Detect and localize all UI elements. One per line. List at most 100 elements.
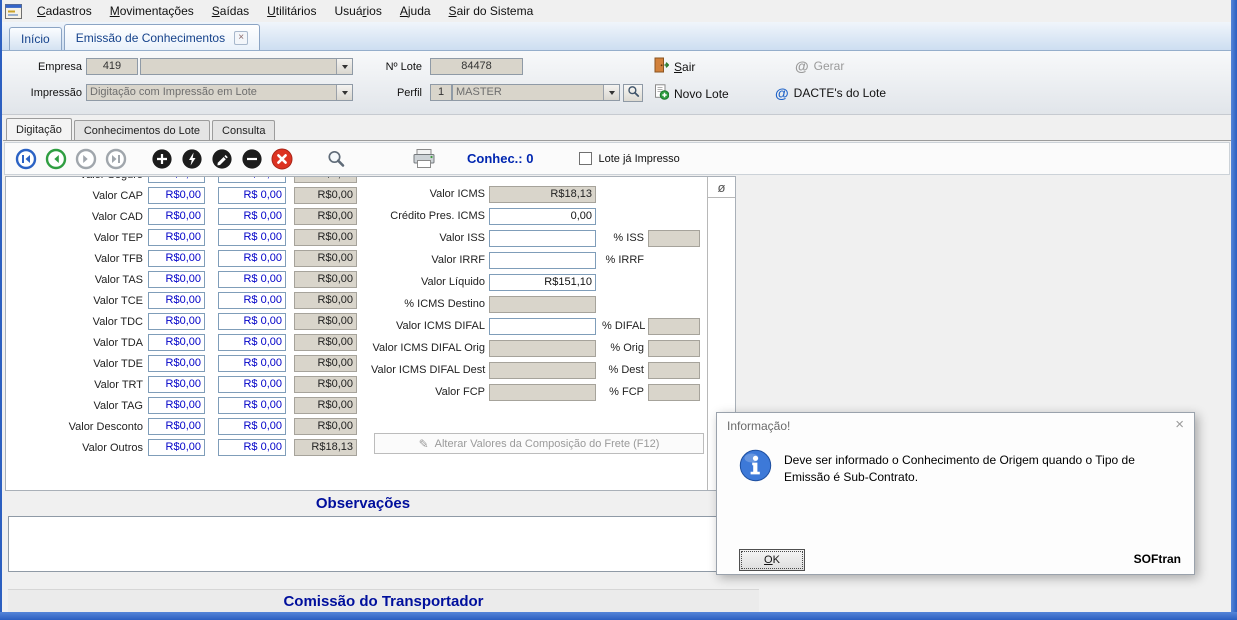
- value-field-col2[interactable]: R$ 0,00: [218, 439, 286, 456]
- value-field-col2[interactable]: R$ 0,00: [218, 250, 286, 267]
- value-field-col1[interactable]: R$0,00: [148, 250, 205, 267]
- value-field-col1[interactable]: R$0,00: [148, 313, 205, 330]
- menu-item[interactable]: Cadastros: [28, 0, 101, 22]
- search-records-button[interactable]: [325, 148, 347, 170]
- value-field-col2[interactable]: R$ 0,00: [218, 334, 286, 351]
- post-record-button[interactable]: [181, 148, 203, 170]
- value-field-col1[interactable]: R$0,00: [148, 271, 205, 288]
- value-row-label: Valor TRT: [6, 379, 148, 391]
- value-row-label: Valor Seguro: [6, 176, 148, 181]
- nav-first-button[interactable]: [15, 148, 37, 170]
- dropdown-arrow-icon[interactable]: [336, 59, 352, 74]
- value-field-col1[interactable]: R$0,00: [148, 229, 205, 246]
- value-field-col2[interactable]: R$ 0,00: [218, 355, 286, 372]
- comissao-title: Comissão do Transportador: [283, 593, 483, 610]
- gerar-button-label: Gerar: [814, 59, 845, 73]
- subtab-2[interactable]: Consulta: [212, 120, 275, 140]
- lote-impresso-checkbox[interactable]: Lote já Impresso: [579, 152, 679, 165]
- value-field-col1[interactable]: R$0,00: [148, 334, 205, 351]
- perfil-number-field: 1: [430, 84, 452, 101]
- pencil-icon: ✎: [419, 437, 429, 451]
- delete-record-button[interactable]: [241, 148, 263, 170]
- dropdown-arrow-icon[interactable]: [603, 85, 619, 100]
- menu-item[interactable]: Utilitários: [258, 0, 325, 22]
- value-field-col1[interactable]: R$0,00: [148, 418, 205, 435]
- value-field-col1[interactable]: R$0,00: [148, 187, 205, 204]
- value-field-col1[interactable]: R$4,10: [148, 176, 205, 183]
- value-field-col3: R$0,00: [294, 187, 357, 204]
- value-field-col2[interactable]: R$ 0,00: [218, 208, 286, 225]
- menu-item[interactable]: Saídas: [203, 0, 258, 22]
- dropdown-arrow-icon[interactable]: [336, 85, 352, 100]
- record-toolbar: Conhec.: 0 Lote já Impresso: [4, 142, 1230, 175]
- tab-emissao-conhecimentos[interactable]: Emissão de Conhecimentos ×: [64, 24, 260, 50]
- value-field-col1[interactable]: R$0,00: [148, 397, 205, 414]
- right-field-value[interactable]: R$151,10: [489, 274, 596, 291]
- right-field-value[interactable]: [489, 230, 596, 247]
- gerar-button[interactable]: @ Gerar: [795, 58, 844, 74]
- value-field-col1[interactable]: R$0,00: [148, 439, 205, 456]
- value-field-col1[interactable]: R$0,00: [148, 355, 205, 372]
- menu-item[interactable]: Movimentações: [101, 0, 203, 22]
- ok-button-label: OK: [741, 551, 803, 569]
- nav-prior-button[interactable]: [45, 148, 67, 170]
- value-field-col2[interactable]: R$ 0,00: [218, 397, 286, 414]
- value-field-col2[interactable]: R$ 0,00: [218, 313, 286, 330]
- value-field-col2[interactable]: R$ 0,00: [218, 176, 286, 183]
- menu-item[interactable]: Sair do Sistema: [440, 0, 543, 22]
- right-field-value[interactable]: [489, 318, 596, 335]
- dacte-button[interactable]: @ DACTE's do Lote: [775, 85, 886, 101]
- perfil-combo[interactable]: MASTER: [452, 84, 620, 101]
- tab-inicio[interactable]: Início: [9, 27, 62, 50]
- right-field-row: Valor FCP% FCP: [371, 383, 700, 401]
- ok-button[interactable]: OK: [739, 549, 805, 571]
- observacoes-textarea[interactable]: [8, 516, 717, 572]
- oslash-icon[interactable]: ø: [708, 177, 735, 198]
- impressao-combo[interactable]: Digitação com Impressão em Lote: [86, 84, 353, 101]
- subtab-0[interactable]: Digitação: [6, 118, 72, 140]
- right-field-label: % ICMS Destino: [371, 298, 489, 310]
- nav-last-button[interactable]: [105, 148, 127, 170]
- perfil-search-button[interactable]: [623, 84, 643, 102]
- value-field-col2[interactable]: R$ 0,00: [218, 229, 286, 246]
- sair-button[interactable]: Sair: [654, 57, 695, 76]
- at-icon: @: [775, 85, 789, 101]
- pct-label: % ISS: [602, 232, 648, 244]
- alterar-valores-button[interactable]: ✎ Alterar Valores da Composição do Frete…: [374, 433, 704, 454]
- checkbox-label: Lote já Impresso: [598, 153, 679, 165]
- nav-next-button[interactable]: [75, 148, 97, 170]
- empresa-label: Empresa: [10, 61, 82, 73]
- checkbox-box-icon[interactable]: [579, 152, 592, 165]
- value-field-col2[interactable]: R$ 0,00: [218, 187, 286, 204]
- dialog-message: Deve ser informado o Conhecimento de Ori…: [784, 452, 1174, 486]
- right-field-label: Valor FCP: [371, 386, 489, 398]
- tab-close-icon[interactable]: ×: [234, 31, 248, 45]
- add-record-button[interactable]: [151, 148, 173, 170]
- value-field-col1[interactable]: R$0,00: [148, 376, 205, 393]
- subtab-1[interactable]: Conhecimentos do Lote: [74, 120, 210, 140]
- pct-label: % IRRF: [602, 254, 648, 266]
- right-field-value[interactable]: 0,00: [489, 208, 596, 225]
- value-field-col2[interactable]: R$ 0,00: [218, 292, 286, 309]
- empresa-combo[interactable]: [140, 58, 353, 75]
- value-field-col2[interactable]: R$ 0,00: [218, 271, 286, 288]
- new-document-icon: [654, 84, 669, 103]
- edit-record-button[interactable]: [211, 148, 233, 170]
- value-field-col3: R$4,10: [294, 176, 357, 183]
- print-button[interactable]: [411, 148, 437, 170]
- right-field-label: Valor ICMS DIFAL Dest: [371, 364, 489, 376]
- dialog-close-icon[interactable]: ×: [1175, 417, 1184, 432]
- value-row-label: Valor TCE: [6, 295, 148, 307]
- menu-item[interactable]: Ajuda: [391, 0, 440, 22]
- value-field-col1[interactable]: R$0,00: [148, 208, 205, 225]
- value-field-col1[interactable]: R$0,00: [148, 292, 205, 309]
- right-field-value[interactable]: [489, 252, 596, 269]
- menu-item[interactable]: Usuários: [325, 0, 390, 22]
- main-tabstrip: Início Emissão de Conhecimentos ×: [2, 22, 1231, 51]
- conhec-label: Conhec.:: [467, 151, 523, 166]
- cancel-record-button[interactable]: [271, 148, 293, 170]
- novo-lote-button[interactable]: Novo Lote: [654, 84, 729, 103]
- perfil-combo-value: MASTER: [453, 85, 603, 100]
- value-field-col2[interactable]: R$ 0,00: [218, 376, 286, 393]
- value-field-col2[interactable]: R$ 0,00: [218, 418, 286, 435]
